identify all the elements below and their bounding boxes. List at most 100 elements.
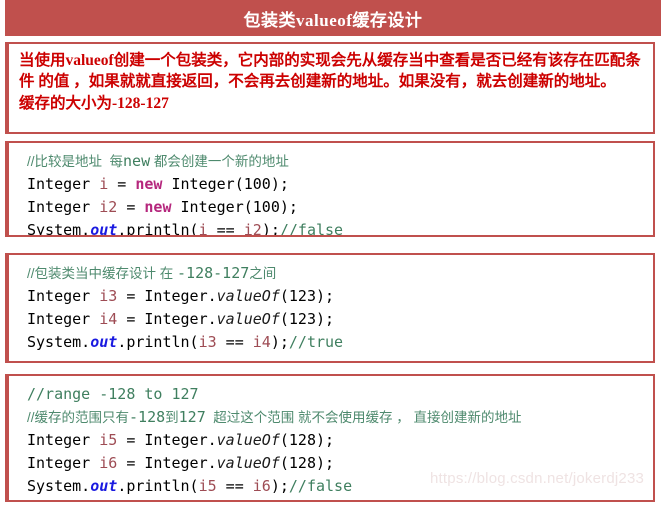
code-block-valueof-out-of-range[interactable]: //range -128 to 127 //缓存的范围只有-128到127 超过这… [5,374,655,502]
code-token-plain: ); [261,221,280,237]
code-token-type: Integer [27,431,100,449]
code-line: //range -128 to 127 [27,383,647,406]
code-token-plain: ( [279,287,289,305]
code-token-var: i2 [243,221,262,237]
code-block-valueof-cached[interactable]: //包装类当中缓存设计 在 -128-127之间 Integer i3 = Int… [5,253,655,363]
code-line: System.out.println(i5 == i6);//false [27,475,647,498]
code-token-comment-cjk: 之间 [249,266,277,281]
description-paragraph-2: 缓存的大小为-128-127 [19,95,169,112]
code-token-op: = [117,454,145,472]
code-token-op: = [117,431,145,449]
code-token-plain: ); [270,333,289,351]
code-token-plain: ); [316,287,335,305]
code-token-plain: Integer. [144,287,217,305]
code-token-plain: Integer. [144,454,217,472]
code-token-type: Integer [27,175,100,193]
code-token-plain: ); [270,477,289,495]
code-token-comment: 127 [178,408,206,426]
code-token-op: = [117,198,145,216]
code-token-var: i6 [99,454,118,472]
code-token-keyword: new [144,198,172,216]
code-token-var: i4 [99,310,118,328]
code-token-comment: //true [288,333,344,351]
code-token-comment: new [123,152,151,170]
code-token-type: Integer [27,310,100,328]
code-token-num: 123 [288,310,316,328]
code-token-comment: //false [279,221,344,237]
code-block-new-instances[interactable]: //比较是地址 每new 都会创建一个新的地址 Integer i = new I… [5,141,655,237]
code-token-plain: .println( [117,221,199,237]
code-line: //比较是地址 每new 都会创建一个新的地址 [27,150,647,173]
code-token-plain: System. [27,477,91,495]
code-token-method: valueOf [216,454,280,472]
code-line: //缓存的范围只有-128到127 超过这个范围 就不会使用缓存 ， 直接创建新… [27,406,647,429]
code-token-plain: Integer. [144,431,217,449]
code-token-var: i [198,221,208,237]
code-token-keyword: new [135,175,163,193]
code-token-var: i3 [198,333,217,351]
code-token-comment: //range -128 to 127 [27,385,199,403]
code-line: Integer i6 = Integer.valueOf(128); [27,452,647,475]
code-line: //包装类当中缓存设计 在 -128-127之间 [27,262,647,285]
code-token-type: Integer [27,287,100,305]
code-token-method: valueOf [216,431,280,449]
header-banner: 包装类valueof缓存设计 [5,0,661,36]
code-token-op: == [216,333,253,351]
code-token-plain: .println( [117,333,199,351]
code-token-var: i2 [99,198,118,216]
code-token-plain: ( [279,310,289,328]
code-token-var: i4 [252,333,271,351]
code-token-plain: .println( [117,477,199,495]
code-token-comment-cjk: 超过这个范围 就不会使用缓存 ， 直接创建新的地址 [205,410,522,425]
code-token-op: = [108,175,136,193]
code-token-var: i [99,175,109,193]
code-token-comment-cjk: //包装类当中缓存设计 在 [27,266,178,281]
code-token-field: out [90,333,118,351]
code-token-plain: ); [316,454,335,472]
code-token-plain: System. [27,221,91,237]
code-token-type: Integer [27,198,100,216]
code-token-comment-cjk: //缓存的范围只有 [27,410,130,425]
code-token-num: 100 [243,175,271,193]
description-paragraph-1: 当使用valueof创建一个包装类，它内部的实现会先从缓存当中查看是否已经有该存… [19,52,641,90]
code-token-plain: Integer. [144,310,217,328]
code-token-num: 128 [288,454,316,472]
code-line: System.out.println(i3 == i4);//true [27,331,647,354]
code-token-plain: System. [27,333,91,351]
code-line: Integer i = new Integer(100); [27,173,647,196]
code-token-plain: Integer( [162,175,244,193]
description-box: 当使用valueof创建一个包装类，它内部的实现会先从缓存当中查看是否已经有该存… [5,42,655,134]
code-line: Integer i5 = Integer.valueOf(128); [27,429,647,452]
code-token-plain: ); [279,198,298,216]
code-token-comment: -128-127 [177,264,250,282]
code-token-num: 100 [252,198,280,216]
code-token-var: i5 [198,477,217,495]
code-token-comment-cjk: //比较是地址 每 [27,154,124,169]
code-line: Integer i2 = new Integer(100); [27,196,647,219]
code-token-type: Integer [27,454,100,472]
code-token-var: i6 [252,477,271,495]
code-token-op: == [216,477,253,495]
code-line: Integer i3 = Integer.valueOf(123); [27,285,647,308]
code-token-method: valueOf [216,310,280,328]
code-token-comment: -128 [129,408,166,426]
code-token-op: = [117,310,145,328]
code-token-comment-cjk: 到 [165,410,179,425]
code-token-plain: ); [316,310,335,328]
code-token-plain: ( [279,454,289,472]
slide-root: 包装类valueof缓存设计 当使用valueof创建一个包装类，它内部的实现会… [0,0,661,505]
code-token-field: out [90,221,118,237]
code-token-plain: ); [316,431,335,449]
code-token-num: 123 [288,287,316,305]
code-token-method: valueOf [216,287,280,305]
code-line: Integer i4 = Integer.valueOf(123); [27,308,647,331]
page-title: 包装类valueof缓存设计 [243,10,423,30]
code-line: System.out.println(i == i2);//false [27,219,647,237]
code-token-op: = [117,287,145,305]
code-token-comment-cjk: 都会创建一个新的地址 [150,154,289,169]
code-token-field: out [90,477,118,495]
code-token-var: i5 [99,431,118,449]
code-token-op: == [207,221,244,237]
code-token-plain: ); [270,175,289,193]
code-token-plain: ( [279,431,289,449]
